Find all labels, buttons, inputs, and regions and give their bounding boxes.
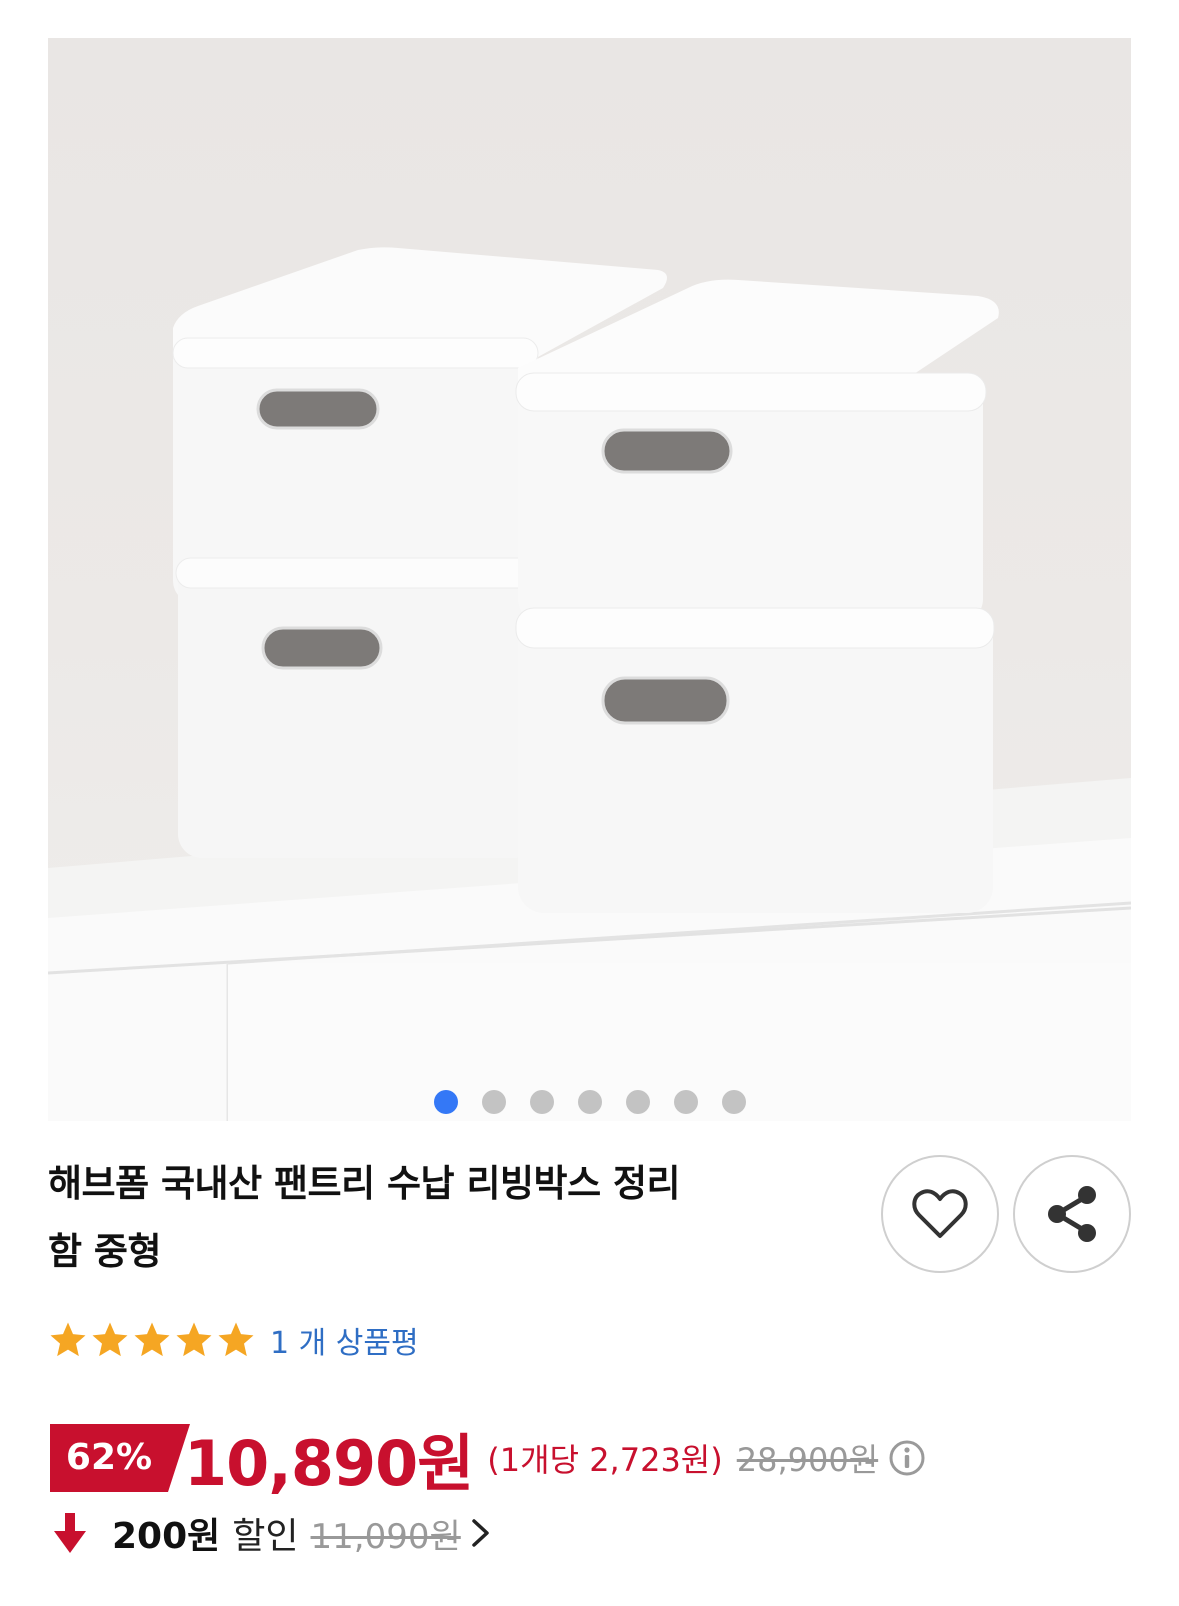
gallery-pagination (48, 1090, 1131, 1114)
star-icon (134, 1322, 170, 1357)
rating-summary: 1 개 상품평 (48, 1318, 419, 1362)
chevron-right-icon (472, 1519, 489, 1547)
star-icon (50, 1322, 86, 1357)
star-rating (48, 1320, 256, 1360)
product-image (48, 247, 1131, 1121)
price-row: 62% 10,890원 (1개당 2,723원) 28,900원 (50, 1418, 926, 1500)
coupon-discount-row[interactable]: 200원 할인 11,090원 (52, 1503, 493, 1563)
share-button[interactable] (1013, 1155, 1131, 1273)
gallery-dot-5[interactable] (625, 1090, 650, 1114)
coupon-amount: 200원 (112, 1516, 221, 1557)
star-icon (92, 1322, 128, 1357)
product-image-gallery[interactable] (48, 38, 1131, 1121)
wishlist-button[interactable] (881, 1155, 999, 1273)
gallery-dot-4[interactable] (577, 1090, 602, 1114)
discount-badge: 62% (50, 1424, 190, 1492)
discount-rate: 62% (65, 1437, 153, 1478)
product-title-line-2: 함 중형 (48, 1230, 162, 1273)
gallery-dot-7[interactable] (721, 1090, 746, 1114)
coupon-label: 할인 (232, 1516, 299, 1557)
original-price: 28,900원 (736, 1441, 879, 1479)
review-count-link[interactable]: 1 개 상품평 (270, 1318, 419, 1362)
gallery-dot-1[interactable] (433, 1090, 458, 1114)
gallery-dot-3[interactable] (529, 1090, 554, 1114)
product-title-line-1: 해브폼 국내산 팬트리 수납 리빙박스 정리 (48, 1162, 681, 1205)
share-icon (1048, 1186, 1096, 1242)
unit-price: (1개당 2,723원) (487, 1441, 723, 1479)
heart-icon (912, 1189, 968, 1238)
info-icon[interactable] (888, 1439, 926, 1477)
gallery-dot-2[interactable] (481, 1090, 506, 1114)
arrow-down-icon (54, 1513, 86, 1553)
sale-price: 10,890원 (184, 1427, 474, 1500)
star-icon (176, 1322, 212, 1357)
coupon-original-price: 11,090원 (310, 1516, 461, 1557)
gallery-dot-6[interactable] (673, 1090, 698, 1114)
product-title: 해브폼 국내산 팬트리 수납 리빙박스 정리 함 중형 (48, 1150, 838, 1286)
star-icon (218, 1322, 254, 1357)
